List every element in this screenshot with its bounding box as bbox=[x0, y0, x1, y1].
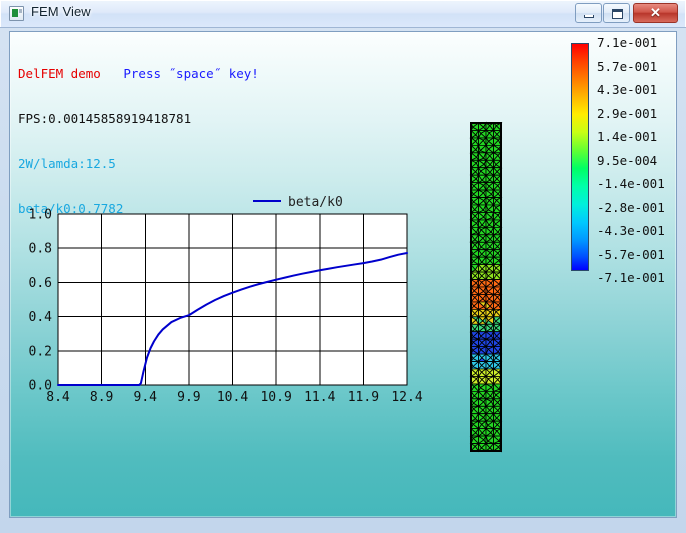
minimize-button[interactable] bbox=[575, 3, 602, 23]
colorbar-gradient-strip bbox=[571, 43, 589, 271]
x-tick-label: 11.9 bbox=[348, 390, 379, 405]
colorbar-label: -1.4e-001 bbox=[597, 176, 665, 191]
colorbar-label: 4.3e-001 bbox=[597, 82, 658, 97]
plot-svg: 0.00.20.40.60.81.08.4 8.9 9.4 9.9 10.4 10.9 11… bbox=[29, 195, 423, 405]
close-icon: ✕ bbox=[650, 5, 661, 20]
legend-label: beta/k0 bbox=[288, 195, 343, 210]
y-tick-label: 0.2 bbox=[29, 344, 52, 359]
colorbar-label: 5.7e-001 bbox=[597, 58, 658, 74]
app-window-icon bbox=[9, 6, 24, 21]
close-button[interactable]: ✕ bbox=[633, 3, 678, 23]
app-icon-green-block bbox=[12, 9, 18, 17]
x-tick-label: 10.4 bbox=[217, 390, 248, 405]
y-tick-label: 1.0 bbox=[29, 208, 52, 223]
x-tick-label: 11.4 bbox=[304, 390, 335, 405]
x-tick-label: 9.4 bbox=[134, 390, 158, 405]
colorbar-label: 7.1e-001 bbox=[597, 35, 658, 50]
colorbar-label: 1.4e-001 bbox=[597, 129, 658, 144]
fem-view-window: FEM View ✕ DelFEM demo Press ˝space˝ key… bbox=[0, 0, 686, 533]
colorbar-label: -5.7e-001 bbox=[597, 246, 665, 262]
colorbar-label: 9.5e-004 bbox=[597, 152, 658, 168]
maximize-button[interactable] bbox=[603, 3, 630, 23]
x-tick-label: 8.9 bbox=[90, 390, 113, 405]
minimize-icon bbox=[584, 15, 594, 18]
gl-render-canvas[interactable]: DelFEM demo Press ˝space˝ key! FPS:0.001… bbox=[9, 31, 677, 518]
colorbar-label: -2.8e-001 bbox=[597, 199, 665, 215]
colorbar-label: -4.3e-001 bbox=[597, 223, 665, 238]
x-tick-label: 8.4 bbox=[46, 390, 70, 405]
x-tick-label: 9.9 bbox=[177, 390, 200, 405]
y-tick-label: 0.8 bbox=[29, 242, 52, 257]
title-bar: FEM View ✕ bbox=[0, 0, 686, 28]
window-title: FEM View bbox=[31, 4, 91, 19]
colorbar-label: 2.9e-001 bbox=[597, 105, 658, 121]
app-icon-gray-block bbox=[19, 9, 22, 13]
maximize-icon bbox=[612, 9, 623, 19]
fem-mesh-waveguide bbox=[469, 121, 503, 453]
beta-k0-plot: 0.0 0.2 0.4 0.6 0.8 1.0 8.4 8.9 9.4 9.9 10.4 10.9 11… bbox=[10, 32, 440, 412]
colorbar-label: -7.1e-001 bbox=[597, 270, 665, 285]
x-tick-label: 10.9 bbox=[260, 390, 291, 405]
x-tick-label: 12.4 bbox=[391, 390, 422, 405]
field-value-colorbar: 7.1e-001 5.7e-001 4.3e-001 2.9e-001 1.4e-001… bbox=[571, 36, 671, 286]
y-tick-label: 0.4 bbox=[29, 310, 53, 325]
y-tick-label: 0.6 bbox=[29, 276, 52, 291]
